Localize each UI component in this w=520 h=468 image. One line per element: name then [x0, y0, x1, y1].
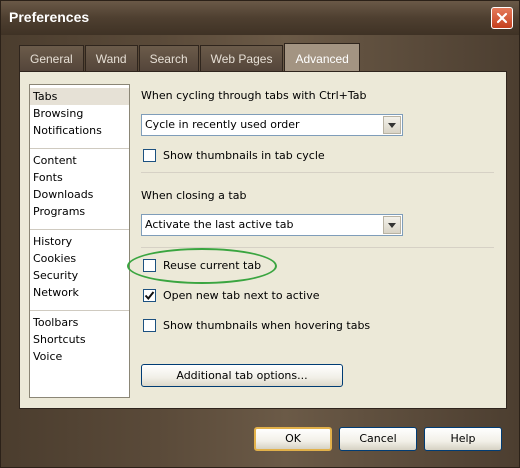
sidebar-item-browsing[interactable]: Browsing [30, 105, 129, 122]
sidebar-item-tabs[interactable]: Tabs [30, 88, 129, 105]
sidebar-item-cookies[interactable]: Cookies [30, 250, 129, 267]
checkmark-icon [144, 291, 155, 301]
tab-general[interactable]: General [19, 45, 84, 71]
sidebar-item-downloads[interactable]: Downloads [30, 186, 129, 203]
ok-button[interactable]: OK [254, 427, 332, 451]
closing-label: When closing a tab [141, 189, 247, 202]
show-thumbnails-cycle-label: Show thumbnails in tab cycle [163, 149, 325, 162]
window-title: Preferences [9, 9, 90, 25]
cancel-button[interactable]: Cancel [339, 427, 417, 451]
sidebar-item-shortcuts[interactable]: Shortcuts [30, 331, 129, 348]
sidebar-group: Toolbars Shortcuts Voice [30, 311, 129, 374]
open-new-tab-next-checkbox[interactable] [143, 289, 156, 302]
open-new-tab-next-label: Open new tab next to active [163, 289, 320, 302]
advanced-sidebar: Tabs Browsing Notifications Content Font… [29, 84, 130, 398]
sidebar-item-notifications[interactable]: Notifications [30, 122, 129, 139]
cycling-dropdown-value: Cycle in recently used order [145, 118, 300, 131]
sidebar-item-network[interactable]: Network [30, 284, 129, 301]
tab-advanced[interactable]: Advanced [284, 43, 360, 71]
sidebar-group: History Cookies Security Network [30, 230, 129, 311]
separator [141, 172, 494, 173]
sidebar-item-programs[interactable]: Programs [30, 203, 129, 220]
closing-dropdown[interactable]: Activate the last active tab [141, 214, 403, 236]
help-button[interactable]: Help [424, 427, 502, 451]
sidebar-item-history[interactable]: History [30, 233, 129, 250]
reuse-current-tab-checkbox[interactable] [143, 259, 156, 272]
tab-web-pages[interactable]: Web Pages [199, 45, 284, 71]
sidebar-item-security[interactable]: Security [30, 267, 129, 284]
sidebar-group: Content Fonts Downloads Programs [30, 149, 129, 230]
show-thumbnails-hover-label: Show thumbnails when hovering tabs [163, 319, 371, 332]
reuse-current-tab-label: Reuse current tab [163, 259, 262, 272]
chevron-down-icon[interactable] [383, 216, 401, 234]
show-thumbnails-hover-checkbox[interactable] [143, 319, 156, 332]
close-icon [496, 12, 508, 24]
closing-dropdown-value: Activate the last active tab [145, 218, 294, 231]
tab-search[interactable]: Search [138, 45, 199, 71]
sidebar-group: Tabs Browsing Notifications [30, 85, 129, 149]
cycling-label: When cycling through tabs with Ctrl+Tab [141, 89, 367, 102]
sidebar-item-content[interactable]: Content [30, 152, 129, 169]
show-thumbnails-cycle-checkbox[interactable] [143, 149, 156, 162]
sidebar-item-toolbars[interactable]: Toolbars [30, 314, 129, 331]
sidebar-item-fonts[interactable]: Fonts [30, 169, 129, 186]
preferences-window: Preferences General Wand Search Web Page… [0, 0, 520, 468]
title-bar[interactable]: Preferences [1, 1, 519, 35]
cycling-dropdown[interactable]: Cycle in recently used order [141, 114, 403, 136]
advanced-panel: Tabs Browsing Notifications Content Font… [19, 71, 507, 409]
chevron-down-icon[interactable] [383, 116, 401, 134]
tab-bar: General Wand Search Web Pages Advanced [19, 43, 361, 71]
additional-tab-options-button[interactable]: Additional tab options... [141, 364, 343, 387]
sidebar-item-voice[interactable]: Voice [30, 348, 129, 365]
close-button[interactable] [491, 7, 513, 29]
tab-wand[interactable]: Wand [84, 45, 138, 71]
